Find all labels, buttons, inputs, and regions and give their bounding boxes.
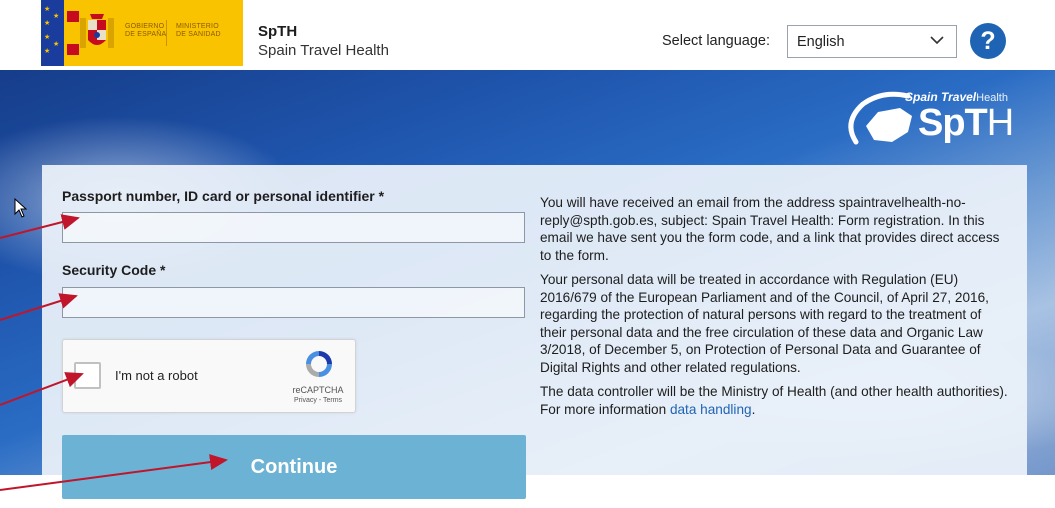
data-handling-link[interactable]: data handling [670,402,752,417]
language-label: Select language: [662,33,771,49]
language-select[interactable]: English [787,25,957,58]
gobierno-text: Gobierno de España [125,23,166,39]
id-label: Passport number, ID card or personal ide… [62,188,385,204]
cursor-icon [14,198,28,218]
coat-of-arms-icon [80,14,114,48]
chevron-down-icon [930,36,944,45]
gov-line2: de España [125,31,167,38]
recaptcha-checkbox[interactable] [74,362,101,389]
app-name: SpTH [258,23,298,40]
site-header: ★ ★ ★ ★ ★ ★ Gobierno de España Ministeri… [0,0,1055,71]
info-controller-text: The data controller will be the Ministry… [540,384,1008,417]
logo-divider [166,20,167,46]
security-code-label: Security Code * [62,262,166,278]
recaptcha-text: I'm not a robot [115,368,198,383]
help-icon[interactable]: ? [970,23,1006,59]
id-input[interactable] [62,212,525,243]
security-code-input[interactable] [62,287,525,318]
eu-flag-icon: ★ ★ ★ ★ ★ ★ [41,0,64,66]
gov-line1: Gobierno [125,23,165,30]
government-logo[interactable]: ★ ★ ★ ★ ★ ★ Gobierno de España Ministeri… [41,0,243,66]
ministry-line2: de Sanidad [176,31,221,38]
recaptcha-terms[interactable]: Privacy - Terms [281,397,355,404]
recaptcha-icon [306,351,332,377]
ministerio-text: Ministerio de Sanidad [176,23,221,39]
info-paragraph-email: You will have received an email from the… [540,195,1000,263]
recaptcha-brand: reCAPTCHA [292,385,344,395]
language-value: English [797,34,845,50]
app-subtitle: Spain Travel Health [258,42,389,59]
brand-line2-light: H [986,102,1014,144]
recaptcha-widget: I'm not a robot reCAPTCHA Privacy - Term… [62,339,356,413]
continue-button[interactable]: Continue [62,435,526,499]
brand-line2-bold: SpT [918,102,988,144]
info-controller-end: . [751,401,756,417]
info-paragraph-controller: The data controller will be the Ministry… [540,383,1010,418]
info-text: You will have received an email from the… [540,194,1010,425]
info-paragraph-regulation: Your personal data will be treated in ac… [540,272,989,375]
ministry-line1: Ministerio [176,23,219,30]
brand-line2: SpTH [918,102,1014,145]
